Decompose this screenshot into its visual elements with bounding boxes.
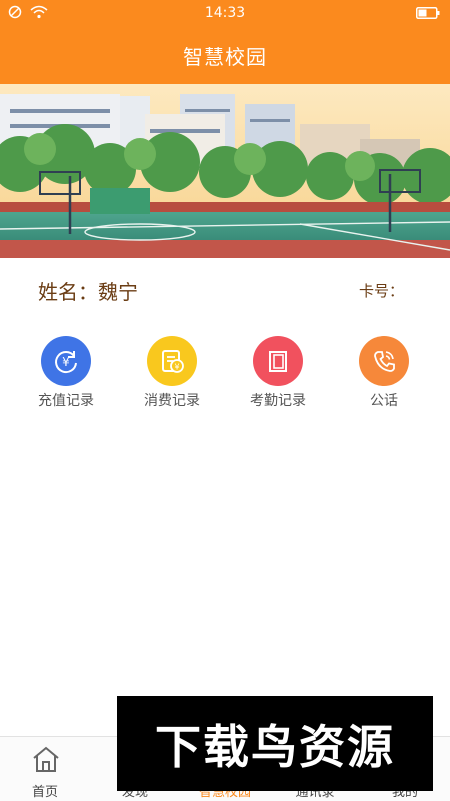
- menu-item-attendance[interactable]: 考勤记录: [233, 336, 323, 410]
- menu-label-attendance: 考勤记录: [250, 393, 306, 409]
- school-scene-illustration: [0, 84, 450, 258]
- menu-label-phone: 公话: [370, 393, 398, 409]
- receipt-icon: ¥: [147, 336, 197, 386]
- card-number: 卡号：: [358, 282, 404, 300]
- menu-item-consumption[interactable]: ¥ 消费记录: [127, 336, 217, 410]
- function-menu: ¥ 充值记录 ¥ 消费记录 考勤记录 公话: [0, 336, 450, 426]
- home-icon: [33, 746, 59, 772]
- attendance-icon: [253, 336, 303, 386]
- recharge-icon: ¥: [41, 336, 91, 386]
- watermark-banner: 下载鸟资源: [117, 696, 433, 791]
- menu-item-recharge[interactable]: ¥ 充值记录: [21, 336, 111, 410]
- svg-text:¥: ¥: [174, 363, 179, 372]
- battery-icon: [416, 7, 440, 19]
- menu-item-phone[interactable]: 公话: [339, 336, 429, 410]
- tab-label-home: 首页: [31, 785, 58, 800]
- menu-label-recharge: 充值记录: [38, 393, 94, 409]
- page-title: 智慧校园: [0, 26, 450, 84]
- status-time: 14:33: [204, 5, 246, 21]
- school-banner[interactable]: [0, 84, 450, 258]
- profile-info: 姓名：魏宁 卡号：: [0, 258, 450, 322]
- student-name: 姓名：魏宁: [38, 280, 138, 304]
- svg-text:¥: ¥: [62, 355, 70, 369]
- phone-icon: [359, 336, 409, 386]
- menu-label-consumption: 消费记录: [144, 393, 200, 409]
- status-bar: 14:33: [0, 0, 450, 26]
- tab-home[interactable]: 首页: [0, 737, 90, 801]
